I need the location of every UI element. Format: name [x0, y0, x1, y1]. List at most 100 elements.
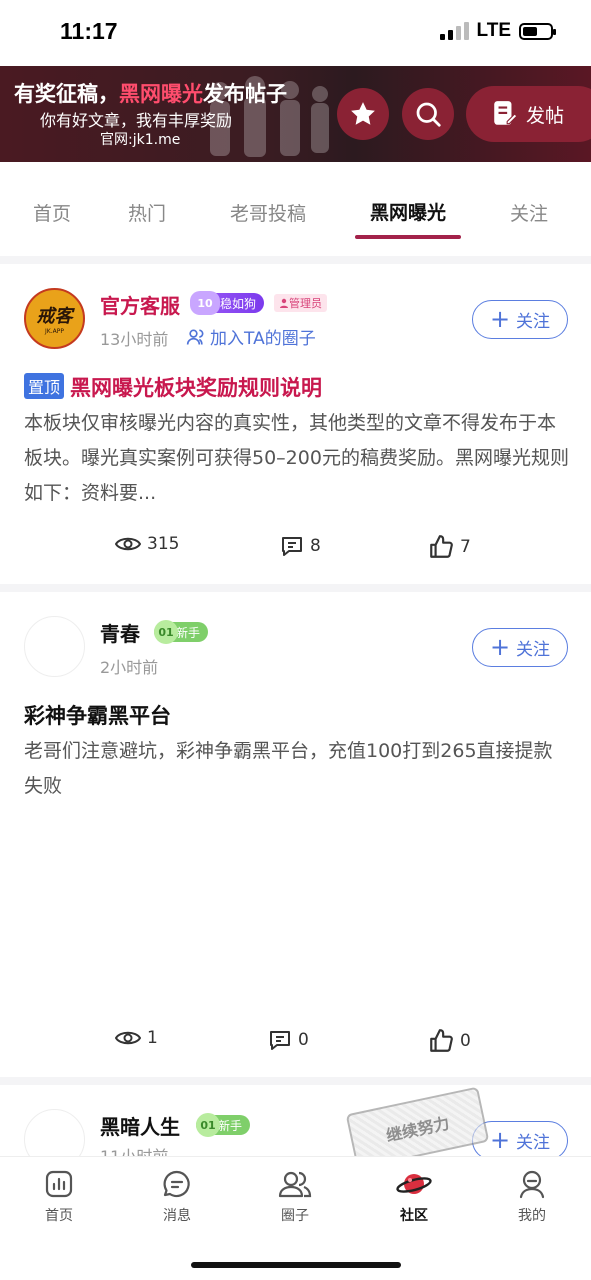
group-icon — [186, 329, 204, 345]
signal-icon — [439, 22, 469, 40]
banner-website: 官网:jk1.me — [100, 132, 181, 148]
planet-icon — [396, 1174, 432, 1194]
comment-icon — [270, 1031, 290, 1050]
edit-document-icon — [494, 101, 518, 125]
post-time: 13小时前 — [100, 330, 169, 349]
level-number: 10 — [190, 291, 220, 315]
avatar[interactable]: 戒客 JK.APP — [24, 288, 85, 349]
user-icon — [280, 298, 288, 308]
nav-circles-label: 圈子 — [281, 1208, 309, 1224]
post-card[interactable]: 黑暗人生 01 新手 11小时前 +关注 — [0, 1085, 591, 1170]
nav-messages-label: 消息 — [163, 1208, 191, 1224]
create-post-label: 发帖 — [526, 104, 565, 127]
join-circle-link[interactable]: 加入TA的圈子 — [186, 324, 316, 349]
message-icon — [163, 1170, 190, 1198]
search-icon — [416, 102, 441, 127]
nav-home[interactable]: 首页 — [19, 1169, 99, 1225]
tab-submissions[interactable]: 老哥投稿 — [230, 199, 306, 226]
views-count: 1 — [147, 1028, 158, 1048]
follow-button[interactable]: + 关注 — [472, 628, 568, 667]
views-count: 315 — [147, 534, 180, 554]
join-circle-label: 加入TA的圈子 — [210, 329, 316, 349]
plus-icon: + — [489, 304, 511, 333]
post-body[interactable]: 老哥们注意避坑，彩神争霸黑平台，充值100打到265直接提款失败 — [24, 734, 569, 804]
level-title: 新手 — [218, 1118, 243, 1133]
comments-count: 0 — [298, 1030, 309, 1050]
tab-following[interactable]: 关注 — [510, 199, 548, 226]
admin-badge-label: 管理员 — [289, 297, 322, 310]
avatar[interactable] — [24, 616, 85, 677]
people-icon — [278, 1171, 312, 1198]
category-tabs: 首页 热门 老哥投稿 黑网曝光 关注 — [0, 162, 591, 256]
battery-icon — [519, 22, 556, 40]
avatar-logo-subtext: JK.APP — [45, 328, 64, 335]
app-root: 11:17 LTE 有奖征稿，黑网曝光发布帖子 你有好文章，我有丰厚奖励 官网:… — [0, 0, 591, 1280]
follow-label: 关注 — [516, 640, 551, 660]
nav-community-label: 社区 — [400, 1208, 428, 1224]
home-indicator[interactable] — [191, 1262, 401, 1268]
promo-banner[interactable]: 有奖征稿，黑网曝光发布帖子 你有好文章，我有丰厚奖励 官网:jk1.me 发帖 — [0, 66, 591, 162]
pinned-badge: 置顶 — [24, 373, 65, 399]
eye-icon — [115, 537, 141, 551]
likes-count: 0 — [460, 1031, 471, 1051]
banner-headline-highlight: 黑网曝光 — [119, 82, 203, 106]
thumbs-up-icon — [430, 1029, 453, 1052]
post-body[interactable]: 本板块仅审核曝光内容的真实性，其他类型的文章不得发布于本板块。曝光真实案例可获得… — [24, 406, 569, 511]
follow-label: 关注 — [516, 1133, 551, 1153]
likes-count: 7 — [460, 537, 471, 557]
nav-community[interactable]: 社区 — [374, 1169, 454, 1225]
thumbs-up-icon — [430, 535, 453, 558]
status-time: 11:17 — [60, 18, 118, 44]
username[interactable]: 官方客服 — [100, 290, 180, 319]
favorite-button[interactable] — [337, 88, 389, 140]
nav-messages[interactable]: 消息 — [137, 1169, 217, 1225]
banner-headline: 有奖征稿，黑网曝光发布帖子 — [14, 78, 287, 108]
follow-button[interactable]: + 关注 — [472, 300, 568, 339]
nav-home-label: 首页 — [45, 1208, 73, 1224]
banner-headline-prefix: 有奖征稿， — [14, 82, 119, 106]
likes-stat[interactable]: 7 — [428, 534, 471, 560]
username[interactable]: 青春 — [100, 618, 140, 647]
post-card[interactable]: 戒客 JK.APP 官方客服 10 稳如狗 管理员 13小时前 加入TA的圈子 … — [0, 264, 591, 584]
banner-headline-suffix: 发布帖子 — [203, 82, 287, 106]
follow-label: 关注 — [516, 312, 551, 332]
level-badge: 01 新手 — [154, 620, 209, 644]
post-title[interactable]: 置顶 黑网曝光板块奖励规则说明 — [24, 372, 322, 402]
star-icon — [351, 102, 375, 125]
avatar-logo-text: 戒客 — [36, 306, 73, 327]
plus-icon: + — [489, 1125, 511, 1154]
nav-profile[interactable]: 我的 — [492, 1169, 572, 1225]
status-bar: 11:17 LTE — [0, 0, 591, 66]
create-post-button[interactable]: 发帖 — [466, 86, 591, 142]
username[interactable]: 黑暗人生 — [100, 1111, 180, 1140]
likes-stat[interactable]: 0 — [428, 1028, 471, 1054]
tab-exposure[interactable]: 黑网曝光 — [370, 198, 446, 225]
level-title: 新手 — [176, 625, 201, 640]
level-badge: 01 新手 — [196, 1113, 251, 1137]
banner-subtitle: 你有好文章，我有丰厚奖励 — [40, 111, 233, 130]
comment-icon — [282, 537, 302, 556]
nav-profile-label: 我的 — [518, 1208, 546, 1224]
comments-stat[interactable]: 8 — [280, 534, 321, 558]
comments-stat[interactable]: 0 — [268, 1028, 309, 1052]
views-stat: 315 — [115, 534, 179, 554]
level-number: 01 — [196, 1113, 220, 1137]
post-card[interactable]: 青春 01 新手 2小时前 + 关注 彩神争霸黑平台 老哥们注意避坑，彩神争霸黑平… — [0, 592, 591, 1077]
comments-count: 8 — [310, 536, 321, 556]
tab-home[interactable]: 首页 — [33, 199, 71, 226]
post-time: 2小时前 — [100, 658, 159, 677]
plus-icon: + — [489, 632, 511, 661]
nav-circles[interactable]: 圈子 — [255, 1169, 335, 1225]
network-label: LTE — [476, 20, 511, 41]
level-number: 01 — [154, 620, 178, 644]
level-title: 稳如狗 — [220, 296, 257, 311]
tab-hot[interactable]: 热门 — [128, 199, 166, 226]
level-badge: 10 稳如狗 — [190, 291, 265, 315]
admin-badge: 管理员 — [274, 294, 327, 312]
eye-icon — [115, 1031, 141, 1045]
chart-icon — [45, 1170, 73, 1198]
search-button[interactable] — [402, 88, 454, 140]
views-stat: 1 — [115, 1028, 158, 1048]
post-title[interactable]: 彩神争霸黑平台 — [24, 700, 171, 730]
post-title-text: 黑网曝光板块奖励规则说明 — [70, 376, 323, 400]
